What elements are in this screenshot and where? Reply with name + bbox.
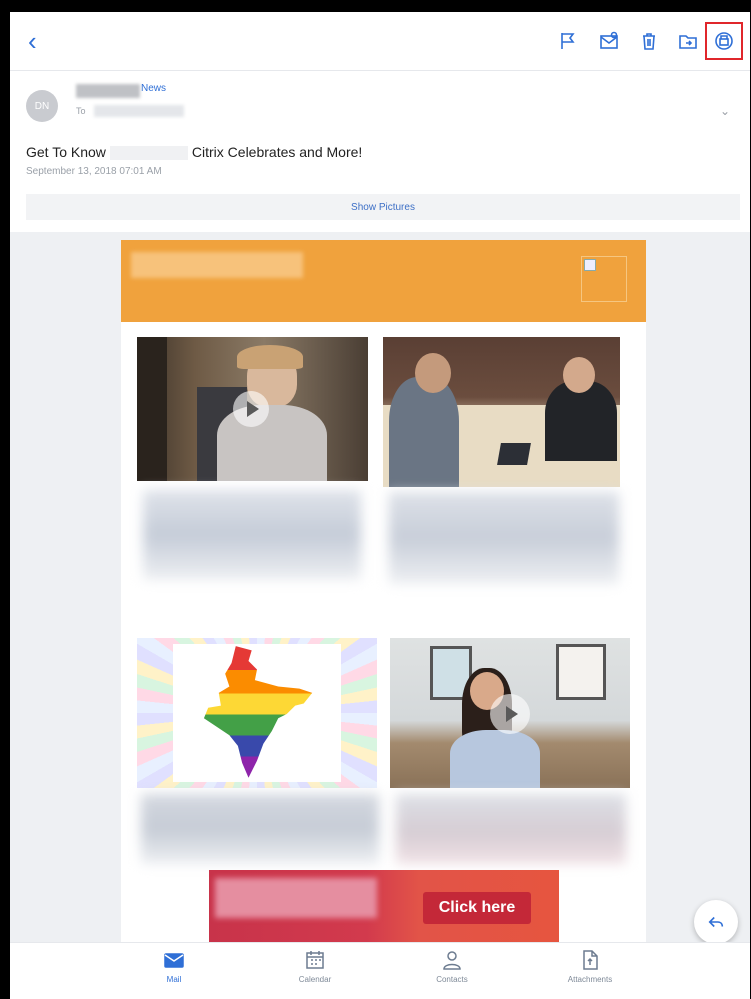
video-caption-1-redacted — [143, 490, 361, 580]
subject-suffix: Citrix Celebrates and More! — [191, 144, 363, 160]
image-caption-3-redacted — [141, 794, 379, 864]
back-chevron-icon[interactable]: ‹ — [28, 28, 50, 54]
play-icon[interactable] — [233, 391, 269, 427]
reply-button[interactable] — [694, 900, 738, 944]
email-date: September 13, 2018 07:01 AM — [26, 166, 162, 177]
india-map-graphic — [203, 646, 313, 778]
bottom-tab-bar: Mail Calendar Contacts Attachments — [10, 942, 750, 999]
click-here-button[interactable]: Click here — [423, 892, 531, 924]
calendar-icon — [306, 951, 324, 969]
flag-icon[interactable] — [557, 30, 579, 52]
video-caption-4-redacted — [396, 794, 626, 864]
video-thumbnail-2[interactable] — [383, 337, 620, 487]
play-icon[interactable] — [490, 694, 530, 734]
subject-prefix: Get To Know — [26, 144, 106, 160]
sender-avatar: DN — [26, 90, 58, 122]
contacts-icon — [443, 951, 461, 970]
tab-contacts[interactable]: Contacts — [397, 949, 507, 984]
print-button[interactable] — [705, 22, 743, 60]
mail-app-window: ‹ DN News To ⌄ Get To Know Citrix Celebra… — [10, 12, 750, 999]
move-folder-icon[interactable] — [677, 30, 699, 52]
cta-text-redacted — [215, 878, 377, 918]
mail-icon — [164, 953, 184, 968]
email-banner — [121, 240, 646, 322]
attachments-icon — [583, 950, 598, 970]
tab-calendar[interactable]: Calendar — [260, 949, 370, 984]
banner-logo-redacted — [131, 252, 303, 278]
show-pictures-button[interactable]: Show Pictures — [26, 194, 740, 220]
recipient-redacted — [94, 105, 184, 117]
broken-image-icon — [581, 256, 627, 302]
video-thumbnail-1[interactable] — [137, 337, 368, 481]
cta-banner: Click here — [209, 870, 559, 946]
to-label: To — [76, 106, 86, 116]
message-toolbar: ‹ — [10, 12, 750, 71]
email-subject: Get To Know Citrix Celebrates and More! — [26, 144, 363, 161]
video-thumbnail-4[interactable] — [390, 638, 630, 788]
video-caption-2-redacted — [389, 492, 619, 584]
tab-label: Attachments — [567, 975, 613, 984]
chevron-down-icon[interactable]: ⌄ — [720, 104, 730, 118]
trash-icon[interactable] — [638, 30, 660, 52]
tab-label: Mail — [166, 975, 182, 984]
sender-name[interactable]: News — [141, 83, 166, 94]
image-pride-india-map — [137, 638, 377, 788]
print-icon — [715, 32, 733, 50]
tab-label: Calendar — [298, 975, 332, 984]
tab-mail[interactable]: Mail — [119, 949, 229, 984]
sender-name-redacted — [76, 84, 140, 98]
mark-unread-icon[interactable] — [598, 30, 620, 52]
reply-icon — [708, 916, 724, 928]
tab-attachments[interactable]: Attachments — [535, 949, 645, 984]
subject-redacted — [109, 146, 188, 161]
tab-label: Contacts — [436, 975, 468, 984]
